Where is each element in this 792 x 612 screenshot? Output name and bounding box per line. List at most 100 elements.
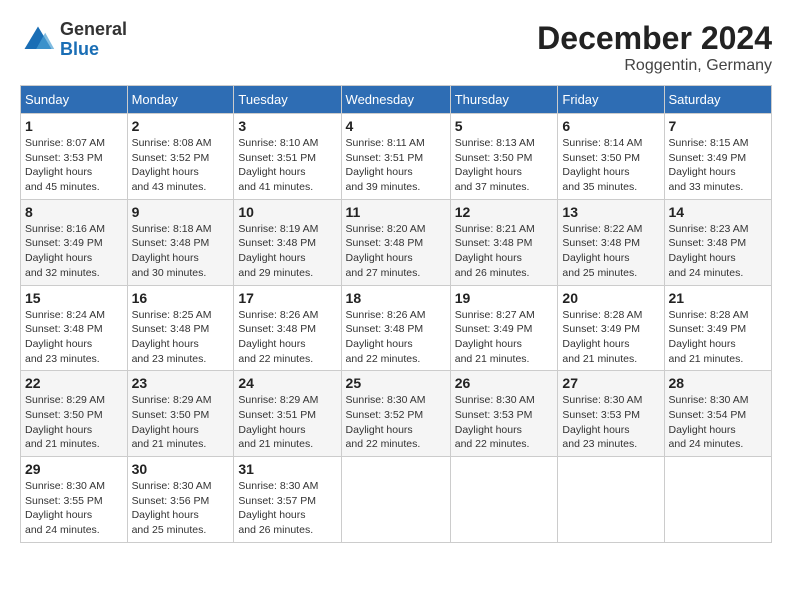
day-number: 11 (346, 204, 446, 220)
day-info: Sunrise: 8:30 AM Sunset: 3:52 PM Dayligh… (346, 393, 446, 452)
logo-blue-text: Blue (60, 40, 127, 60)
day-info: Sunrise: 8:30 AM Sunset: 3:53 PM Dayligh… (562, 393, 659, 452)
day-info: Sunrise: 8:29 AM Sunset: 3:51 PM Dayligh… (238, 393, 336, 452)
calendar-week-3: 15 Sunrise: 8:24 AM Sunset: 3:48 PM Dayl… (21, 285, 772, 371)
day-number: 2 (132, 118, 230, 134)
table-row: 7 Sunrise: 8:15 AM Sunset: 3:49 PM Dayli… (664, 114, 771, 200)
table-row: 3 Sunrise: 8:10 AM Sunset: 3:51 PM Dayli… (234, 114, 341, 200)
table-row: 29 Sunrise: 8:30 AM Sunset: 3:55 PM Dayl… (21, 457, 128, 543)
calendar-week-2: 8 Sunrise: 8:16 AM Sunset: 3:49 PM Dayli… (21, 199, 772, 285)
calendar-table: Sunday Monday Tuesday Wednesday Thursday… (20, 85, 772, 543)
day-info: Sunrise: 8:23 AM Sunset: 3:48 PM Dayligh… (669, 222, 767, 281)
day-info: Sunrise: 8:16 AM Sunset: 3:49 PM Dayligh… (25, 222, 123, 281)
day-info: Sunrise: 8:24 AM Sunset: 3:48 PM Dayligh… (25, 308, 123, 367)
day-info: Sunrise: 8:30 AM Sunset: 3:57 PM Dayligh… (238, 479, 336, 538)
header-monday: Monday (127, 86, 234, 114)
day-number: 1 (25, 118, 123, 134)
location-text: Roggentin, Germany (537, 57, 772, 75)
table-row (558, 457, 664, 543)
header-wednesday: Wednesday (341, 86, 450, 114)
day-info: Sunrise: 8:11 AM Sunset: 3:51 PM Dayligh… (346, 136, 446, 195)
day-number: 20 (562, 290, 659, 306)
day-info: Sunrise: 8:18 AM Sunset: 3:48 PM Dayligh… (132, 222, 230, 281)
table-row: 24 Sunrise: 8:29 AM Sunset: 3:51 PM Dayl… (234, 371, 341, 457)
day-number: 17 (238, 290, 336, 306)
table-row: 18 Sunrise: 8:26 AM Sunset: 3:48 PM Dayl… (341, 285, 450, 371)
table-row: 27 Sunrise: 8:30 AM Sunset: 3:53 PM Dayl… (558, 371, 664, 457)
day-info: Sunrise: 8:30 AM Sunset: 3:53 PM Dayligh… (455, 393, 554, 452)
logo-general-text: General (60, 20, 127, 40)
table-row: 5 Sunrise: 8:13 AM Sunset: 3:50 PM Dayli… (450, 114, 558, 200)
table-row: 1 Sunrise: 8:07 AM Sunset: 3:53 PM Dayli… (21, 114, 128, 200)
day-number: 6 (562, 118, 659, 134)
table-row: 4 Sunrise: 8:11 AM Sunset: 3:51 PM Dayli… (341, 114, 450, 200)
day-number: 24 (238, 375, 336, 391)
table-row: 23 Sunrise: 8:29 AM Sunset: 3:50 PM Dayl… (127, 371, 234, 457)
table-row: 28 Sunrise: 8:30 AM Sunset: 3:54 PM Dayl… (664, 371, 771, 457)
day-number: 14 (669, 204, 767, 220)
day-info: Sunrise: 8:14 AM Sunset: 3:50 PM Dayligh… (562, 136, 659, 195)
day-info: Sunrise: 8:30 AM Sunset: 3:55 PM Dayligh… (25, 479, 123, 538)
title-section: December 2024 Roggentin, Germany (537, 20, 772, 75)
table-row: 20 Sunrise: 8:28 AM Sunset: 3:49 PM Dayl… (558, 285, 664, 371)
day-number: 22 (25, 375, 123, 391)
table-row: 22 Sunrise: 8:29 AM Sunset: 3:50 PM Dayl… (21, 371, 128, 457)
day-info: Sunrise: 8:29 AM Sunset: 3:50 PM Dayligh… (25, 393, 123, 452)
day-number: 19 (455, 290, 554, 306)
table-row (341, 457, 450, 543)
calendar-week-4: 22 Sunrise: 8:29 AM Sunset: 3:50 PM Dayl… (21, 371, 772, 457)
table-row: 9 Sunrise: 8:18 AM Sunset: 3:48 PM Dayli… (127, 199, 234, 285)
day-info: Sunrise: 8:27 AM Sunset: 3:49 PM Dayligh… (455, 308, 554, 367)
day-number: 29 (25, 461, 123, 477)
table-row: 16 Sunrise: 8:25 AM Sunset: 3:48 PM Dayl… (127, 285, 234, 371)
day-info: Sunrise: 8:22 AM Sunset: 3:48 PM Dayligh… (562, 222, 659, 281)
table-row: 6 Sunrise: 8:14 AM Sunset: 3:50 PM Dayli… (558, 114, 664, 200)
day-info: Sunrise: 8:07 AM Sunset: 3:53 PM Dayligh… (25, 136, 123, 195)
table-row: 25 Sunrise: 8:30 AM Sunset: 3:52 PM Dayl… (341, 371, 450, 457)
day-number: 10 (238, 204, 336, 220)
day-info: Sunrise: 8:26 AM Sunset: 3:48 PM Dayligh… (238, 308, 336, 367)
table-row: 10 Sunrise: 8:19 AM Sunset: 3:48 PM Dayl… (234, 199, 341, 285)
calendar-week-5: 29 Sunrise: 8:30 AM Sunset: 3:55 PM Dayl… (21, 457, 772, 543)
table-row: 12 Sunrise: 8:21 AM Sunset: 3:48 PM Dayl… (450, 199, 558, 285)
day-number: 25 (346, 375, 446, 391)
table-row: 15 Sunrise: 8:24 AM Sunset: 3:48 PM Dayl… (21, 285, 128, 371)
day-number: 9 (132, 204, 230, 220)
table-row: 14 Sunrise: 8:23 AM Sunset: 3:48 PM Dayl… (664, 199, 771, 285)
table-row (664, 457, 771, 543)
calendar-week-1: 1 Sunrise: 8:07 AM Sunset: 3:53 PM Dayli… (21, 114, 772, 200)
day-info: Sunrise: 8:28 AM Sunset: 3:49 PM Dayligh… (669, 308, 767, 367)
day-info: Sunrise: 8:15 AM Sunset: 3:49 PM Dayligh… (669, 136, 767, 195)
header-tuesday: Tuesday (234, 86, 341, 114)
table-row: 21 Sunrise: 8:28 AM Sunset: 3:49 PM Dayl… (664, 285, 771, 371)
table-row: 2 Sunrise: 8:08 AM Sunset: 3:52 PM Dayli… (127, 114, 234, 200)
table-row: 17 Sunrise: 8:26 AM Sunset: 3:48 PM Dayl… (234, 285, 341, 371)
table-row: 31 Sunrise: 8:30 AM Sunset: 3:57 PM Dayl… (234, 457, 341, 543)
day-info: Sunrise: 8:29 AM Sunset: 3:50 PM Dayligh… (132, 393, 230, 452)
day-number: 5 (455, 118, 554, 134)
page-header: General Blue December 2024 Roggentin, Ge… (20, 20, 772, 75)
day-number: 18 (346, 290, 446, 306)
day-number: 26 (455, 375, 554, 391)
table-row: 26 Sunrise: 8:30 AM Sunset: 3:53 PM Dayl… (450, 371, 558, 457)
day-number: 30 (132, 461, 230, 477)
day-number: 31 (238, 461, 336, 477)
table-row: 8 Sunrise: 8:16 AM Sunset: 3:49 PM Dayli… (21, 199, 128, 285)
day-number: 7 (669, 118, 767, 134)
day-info: Sunrise: 8:30 AM Sunset: 3:56 PM Dayligh… (132, 479, 230, 538)
day-number: 3 (238, 118, 336, 134)
table-row (450, 457, 558, 543)
day-info: Sunrise: 8:10 AM Sunset: 3:51 PM Dayligh… (238, 136, 336, 195)
day-info: Sunrise: 8:21 AM Sunset: 3:48 PM Dayligh… (455, 222, 554, 281)
header-thursday: Thursday (450, 86, 558, 114)
table-row: 30 Sunrise: 8:30 AM Sunset: 3:56 PM Dayl… (127, 457, 234, 543)
logo: General Blue (20, 20, 127, 60)
table-row: 11 Sunrise: 8:20 AM Sunset: 3:48 PM Dayl… (341, 199, 450, 285)
table-row: 19 Sunrise: 8:27 AM Sunset: 3:49 PM Dayl… (450, 285, 558, 371)
header-saturday: Saturday (664, 86, 771, 114)
day-info: Sunrise: 8:26 AM Sunset: 3:48 PM Dayligh… (346, 308, 446, 367)
day-info: Sunrise: 8:13 AM Sunset: 3:50 PM Dayligh… (455, 136, 554, 195)
day-number: 13 (562, 204, 659, 220)
month-title: December 2024 (537, 20, 772, 57)
day-number: 28 (669, 375, 767, 391)
